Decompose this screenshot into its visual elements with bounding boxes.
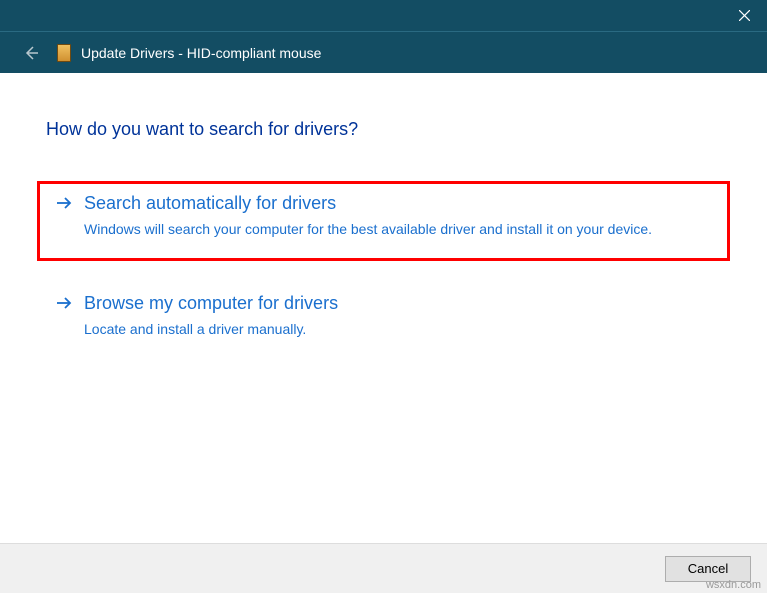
option-title: Search automatically for drivers — [84, 192, 699, 215]
arrow-right-icon — [56, 195, 72, 216]
option-title: Browse my computer for drivers — [84, 292, 711, 315]
page-heading: How do you want to search for drivers? — [46, 119, 721, 140]
close-icon — [739, 10, 750, 21]
back-button[interactable] — [21, 43, 41, 63]
close-button[interactable] — [722, 0, 767, 31]
option-search-automatically[interactable]: Search automatically for drivers Windows… — [40, 184, 727, 258]
options-list: Search automatically for drivers Windows… — [46, 184, 721, 357]
option-body: Browse my computer for drivers Locate an… — [84, 292, 711, 340]
device-icon — [57, 44, 71, 62]
arrow-right-icon — [56, 295, 72, 316]
option-browse-computer[interactable]: Browse my computer for drivers Locate an… — [46, 284, 721, 358]
cancel-button[interactable]: Cancel — [665, 556, 751, 582]
option-body: Search automatically for drivers Windows… — [84, 192, 699, 240]
titlebar — [0, 0, 767, 31]
wizard-title: Update Drivers - HID-compliant mouse — [81, 45, 321, 61]
option-description: Locate and install a driver manually. — [84, 319, 711, 339]
wizard-header: Update Drivers - HID-compliant mouse — [0, 31, 767, 73]
content-area: How do you want to search for drivers? S… — [0, 73, 767, 357]
option-description: Windows will search your computer for th… — [84, 219, 699, 239]
footer: Cancel — [0, 543, 767, 593]
watermark: wsxdn.com — [706, 579, 761, 591]
back-arrow-icon — [23, 45, 39, 61]
